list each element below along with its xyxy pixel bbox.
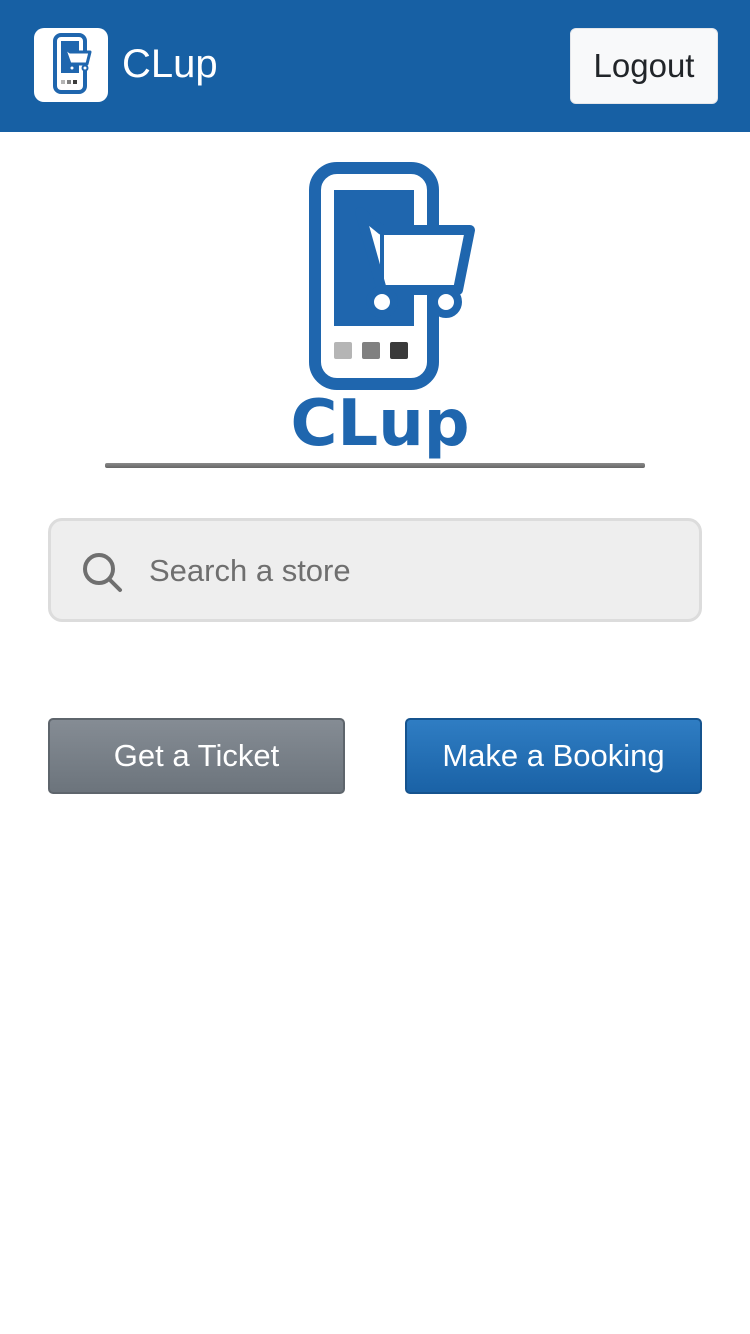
logo-divider — [105, 463, 645, 468]
logout-button[interactable]: Logout — [570, 28, 718, 104]
make-booking-button[interactable]: Make a Booking — [405, 718, 702, 794]
phone-cart-icon — [53, 33, 92, 94]
search-icon — [83, 553, 122, 592]
top-navbar: CLup Logout — [0, 0, 750, 132]
search-input[interactable] — [147, 521, 681, 621]
store-search-box[interactable] — [48, 518, 702, 622]
brand-title[interactable]: CLup — [122, 40, 218, 88]
get-ticket-button[interactable]: Get a Ticket — [48, 718, 345, 794]
clup-logo-image: CLup — [290, 162, 475, 460]
phone-cart-icon — [309, 162, 475, 390]
app-logo-icon[interactable] — [34, 28, 108, 102]
logo-text: CLup — [290, 387, 469, 460]
